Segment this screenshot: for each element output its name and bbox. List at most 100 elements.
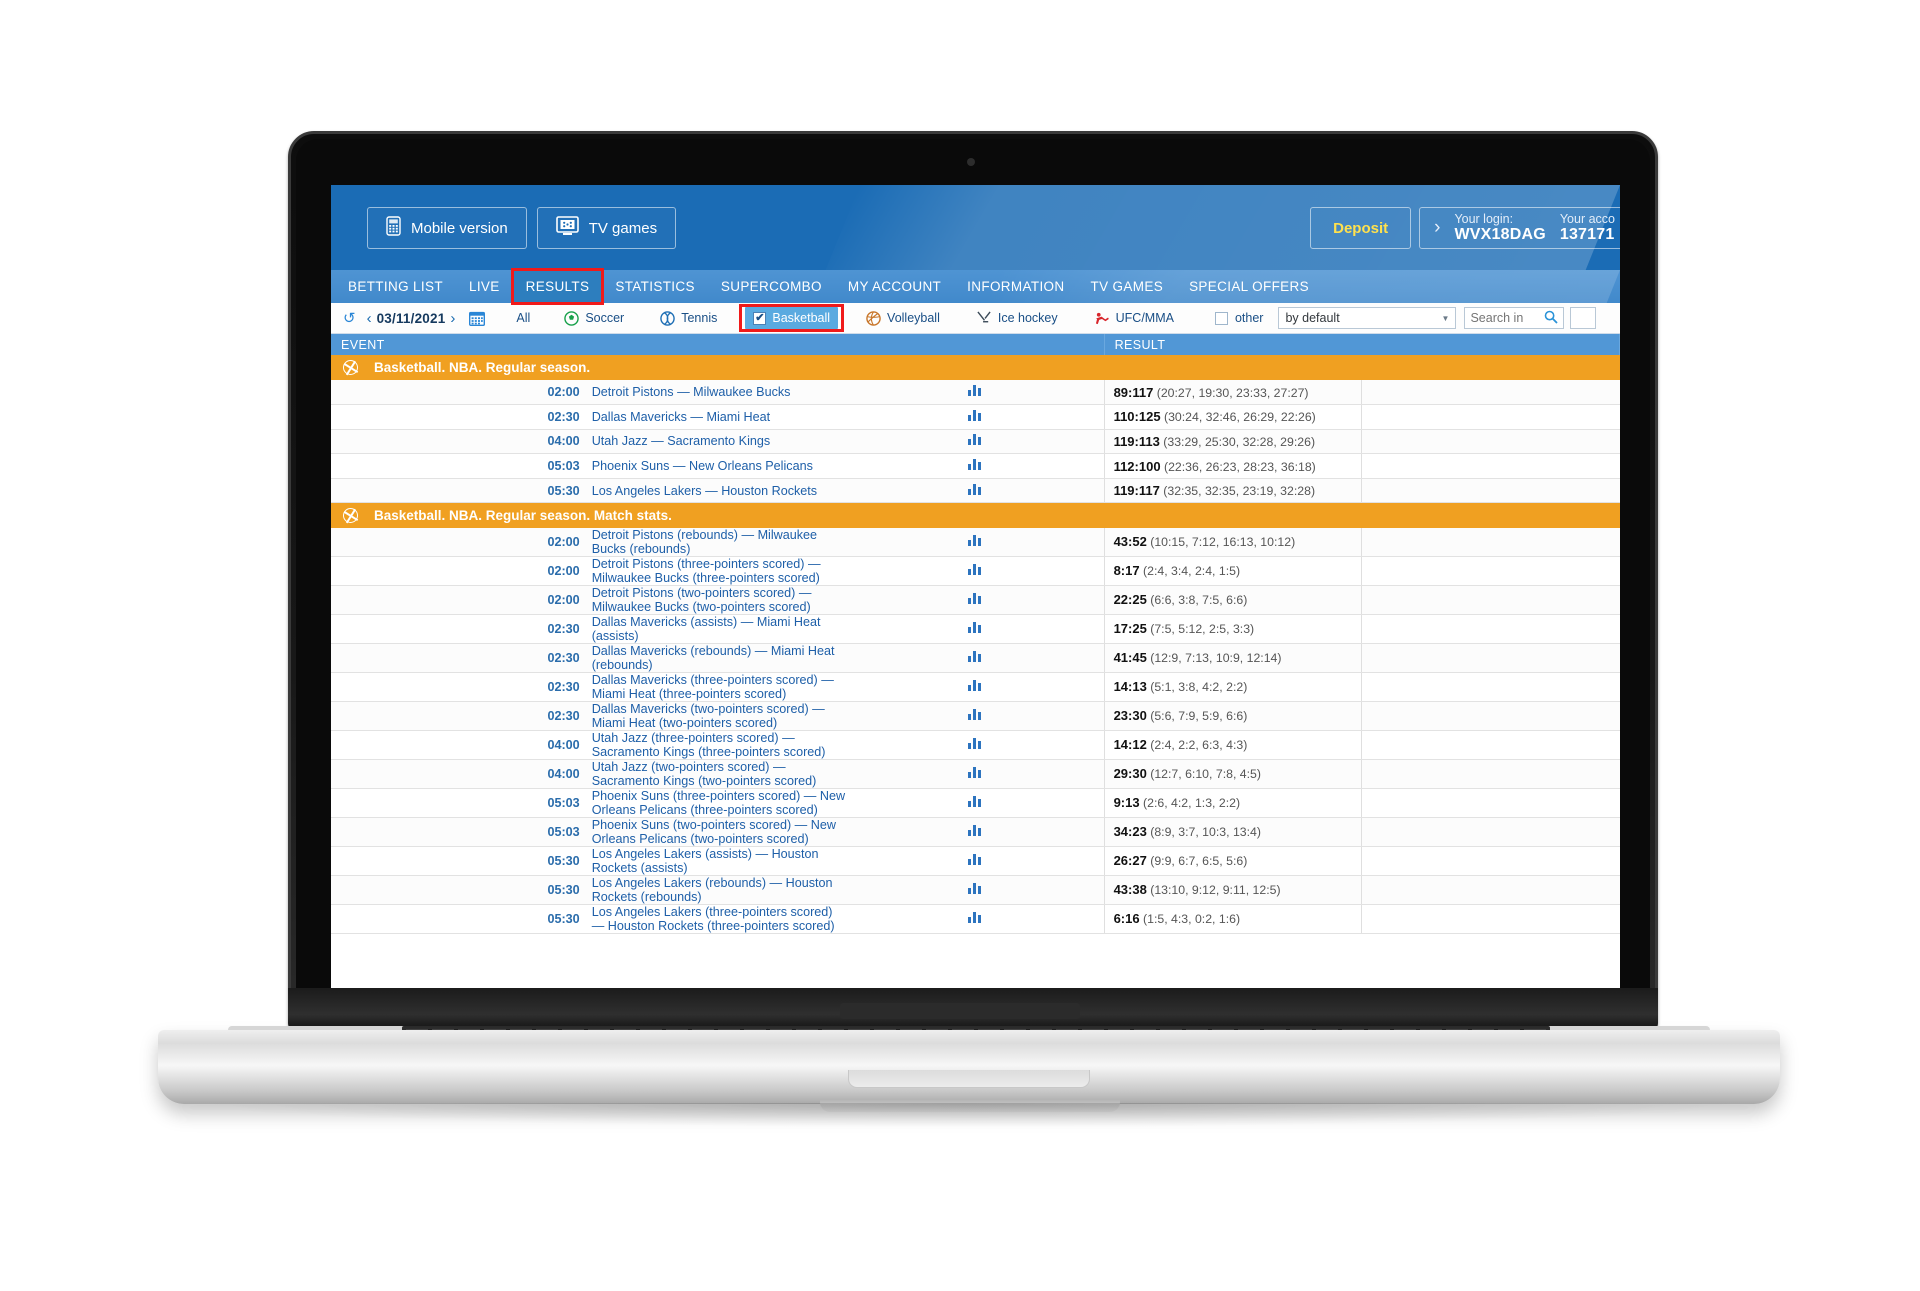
bar-chart-icon[interactable] bbox=[846, 380, 1105, 406]
bar-chart-icon[interactable] bbox=[846, 788, 1105, 818]
result-score: 43:38 bbox=[1113, 882, 1147, 898]
bar-chart-icon[interactable] bbox=[846, 817, 1105, 847]
bar-chart-icon[interactable] bbox=[846, 556, 1105, 586]
extra-filter-button[interactable] bbox=[1570, 307, 1597, 329]
group-header-row[interactable]: Basketball. NBA. Regular season. bbox=[331, 355, 1620, 380]
bar-chart-icon[interactable] bbox=[846, 701, 1105, 731]
account-info-box[interactable]: › Your login: WVX18DAG Your acco 137171 bbox=[1419, 207, 1620, 249]
mobile-version-button[interactable]: Mobile version bbox=[367, 207, 527, 249]
table-row[interactable]: 04:00 Utah Jazz — Sacramento Kings 119:113… bbox=[331, 429, 1620, 455]
nav-item-special-offers[interactable]: SPECIAL OFFERS bbox=[1176, 270, 1322, 303]
bar-chart-icon[interactable] bbox=[846, 478, 1105, 504]
bar-chart-icon[interactable] bbox=[846, 875, 1105, 905]
sport-chip[interactable]: Ice hockey bbox=[968, 307, 1066, 329]
sort-select[interactable]: by default ▼ bbox=[1278, 307, 1457, 329]
table-row[interactable]: 02:30 Dallas Mavericks (rebounds) — Miami… bbox=[331, 643, 1620, 673]
bar-chart-icon[interactable] bbox=[846, 672, 1105, 702]
soccer-ball-icon bbox=[564, 310, 580, 326]
table-row[interactable]: 02:00 Detroit Pistons (rebounds) — Milwau… bbox=[331, 527, 1620, 557]
nav-item-statistics[interactable]: STATISTICS bbox=[602, 270, 708, 303]
table-row[interactable]: 05:03 Phoenix Suns (two-pointers scored) … bbox=[331, 817, 1620, 847]
deposit-button[interactable]: Deposit bbox=[1310, 207, 1412, 249]
login-info: Your login: WVX18DAG bbox=[1454, 212, 1545, 244]
table-row[interactable]: 02:30 Dallas Mavericks (assists) — Miami … bbox=[331, 614, 1620, 644]
table-row[interactable]: 05:30 Los Angeles Lakers — Houston Rocket… bbox=[331, 478, 1620, 504]
event-name[interactable]: Dallas Mavericks — Miami Heat bbox=[588, 404, 847, 430]
table-row[interactable]: 04:00 Utah Jazz (three-pointers scored) —… bbox=[331, 730, 1620, 760]
event-name[interactable]: Phoenix Suns (three-pointers scored) — N… bbox=[588, 788, 847, 818]
refresh-icon[interactable]: ↺ bbox=[337, 309, 362, 327]
event-name[interactable]: Los Angeles Lakers — Houston Rockets bbox=[588, 478, 847, 504]
bar-chart-icon[interactable] bbox=[846, 429, 1105, 455]
sport-filter-basketball[interactable]: ✔ Basketball bbox=[739, 304, 845, 332]
calendar-icon[interactable] bbox=[460, 306, 494, 330]
bar-chart-icon[interactable] bbox=[846, 643, 1105, 673]
search-input[interactable] bbox=[1465, 308, 1540, 328]
next-day-button[interactable]: › bbox=[445, 310, 460, 327]
event-time: 02:00 bbox=[331, 380, 589, 406]
table-row[interactable]: 05:03 Phoenix Suns — New Orleans Pelicans… bbox=[331, 453, 1620, 479]
magnifier-icon[interactable] bbox=[1539, 310, 1563, 327]
table-row[interactable]: 02:00 Detroit Pistons (three-pointers sco… bbox=[331, 556, 1620, 586]
tv-games-button[interactable]: TV games bbox=[536, 207, 677, 249]
table-row[interactable]: 05:03 Phoenix Suns (three-pointers scored… bbox=[331, 788, 1620, 818]
sport-chip[interactable]: UFC/MMA bbox=[1086, 307, 1182, 329]
event-name[interactable]: Dallas Mavericks (three-pointers scored)… bbox=[588, 672, 847, 702]
nav-item-my-account[interactable]: MY ACCOUNT bbox=[835, 270, 954, 303]
event-name[interactable]: Los Angeles Lakers (assists) — Houston R… bbox=[588, 846, 847, 876]
checkbox-unchecked-icon[interactable] bbox=[1214, 311, 1228, 325]
table-row[interactable]: 02:30 Dallas Mavericks (two-pointers scor… bbox=[331, 701, 1620, 731]
table-row[interactable]: 02:30 Dallas Mavericks — Miami Heat 110:12… bbox=[331, 404, 1620, 430]
bar-chart-icon[interactable] bbox=[846, 846, 1105, 876]
sport-chip[interactable]: Volleyball bbox=[858, 307, 948, 329]
event-name[interactable]: Dallas Mavericks (assists) — Miami Heat … bbox=[588, 614, 847, 644]
group-header-row[interactable]: Basketball. NBA. Regular season. Match s… bbox=[331, 502, 1620, 528]
table-row[interactable]: 05:30 Los Angeles Lakers (assists) — Hous… bbox=[331, 846, 1620, 876]
bar-chart-icon[interactable] bbox=[846, 404, 1105, 430]
table-row[interactable]: 02:00 Detroit Pistons (two-pointers score… bbox=[331, 585, 1620, 615]
event-name[interactable]: Utah Jazz (two-pointers scored) — Sacram… bbox=[588, 759, 847, 789]
sport-filter-volleyball[interactable]: Volleyball bbox=[848, 306, 958, 330]
event-name[interactable]: Detroit Pistons (rebounds) — Milwaukee B… bbox=[588, 527, 847, 557]
nav-item-live[interactable]: LIVE bbox=[456, 270, 513, 303]
bar-chart-icon[interactable] bbox=[846, 759, 1105, 789]
table-row[interactable]: 02:00 Detroit Pistons — Milwaukee Bucks 89… bbox=[331, 380, 1620, 406]
nav-item-results[interactable]: RESULTS bbox=[510, 268, 605, 305]
bar-chart-icon[interactable] bbox=[846, 453, 1105, 479]
nav-item-supercombo[interactable]: SUPERCOMBO bbox=[708, 270, 835, 303]
bar-chart-icon[interactable] bbox=[846, 904, 1105, 934]
filter-other[interactable]: other bbox=[1206, 306, 1273, 330]
table-row[interactable]: 05:30 Los Angeles Lakers (rebounds) — Hou… bbox=[331, 875, 1620, 905]
nav-item-tv-games[interactable]: TV GAMES bbox=[1078, 270, 1177, 303]
bar-chart-icon[interactable] bbox=[846, 585, 1105, 615]
event-name[interactable]: Utah Jazz — Sacramento Kings bbox=[588, 429, 847, 455]
sport-filter-ufc-mma[interactable]: UFC/MMA bbox=[1076, 306, 1192, 330]
event-name[interactable]: Detroit Pistons (three-pointers scored) … bbox=[588, 556, 847, 586]
checkbox-checked-icon[interactable]: ✔ bbox=[753, 311, 767, 325]
bar-chart-icon[interactable] bbox=[846, 730, 1105, 760]
nav-item-information[interactable]: INFORMATION bbox=[954, 270, 1077, 303]
event-name[interactable]: Los Angeles Lakers (rebounds) — Houston … bbox=[588, 875, 847, 905]
sport-filter-tennis[interactable]: Tennis bbox=[642, 306, 735, 330]
event-name[interactable]: Dallas Mavericks (two-pointers scored) —… bbox=[588, 701, 847, 731]
bar-chart-icon[interactable] bbox=[846, 527, 1105, 557]
event-name[interactable]: Phoenix Suns — New Orleans Pelicans bbox=[588, 453, 847, 479]
filter-all-button[interactable]: All bbox=[494, 306, 546, 330]
event-name[interactable]: Utah Jazz (three-pointers scored) — Sacr… bbox=[588, 730, 847, 760]
sport-filter-soccer[interactable]: Soccer bbox=[546, 306, 642, 330]
prev-day-button[interactable]: ‹ bbox=[362, 310, 377, 327]
table-row[interactable]: 05:30 Los Angeles Lakers (three-pointers … bbox=[331, 904, 1620, 934]
event-name[interactable]: Dallas Mavericks (rebounds) — Miami Heat… bbox=[588, 643, 847, 673]
sport-chip[interactable]: Soccer bbox=[556, 307, 632, 329]
table-row[interactable]: 04:00 Utah Jazz (two-pointers scored) — S… bbox=[331, 759, 1620, 789]
event-name[interactable]: Detroit Pistons — Milwaukee Bucks bbox=[588, 380, 847, 406]
sport-chip[interactable]: ✔ Basketball bbox=[745, 307, 839, 329]
sport-filter-ice-hockey[interactable]: Ice hockey bbox=[958, 306, 1076, 330]
event-name[interactable]: Phoenix Suns (two-pointers scored) — New… bbox=[588, 817, 847, 847]
sport-chip[interactable]: Tennis bbox=[652, 307, 725, 329]
bar-chart-icon[interactable] bbox=[846, 614, 1105, 644]
nav-item-betting-list[interactable]: BETTING LIST bbox=[335, 270, 456, 303]
event-name[interactable]: Los Angeles Lakers (three-pointers score… bbox=[588, 904, 847, 934]
event-name[interactable]: Detroit Pistons (two-pointers scored) — … bbox=[588, 585, 847, 615]
table-row[interactable]: 02:30 Dallas Mavericks (three-pointers sc… bbox=[331, 672, 1620, 702]
